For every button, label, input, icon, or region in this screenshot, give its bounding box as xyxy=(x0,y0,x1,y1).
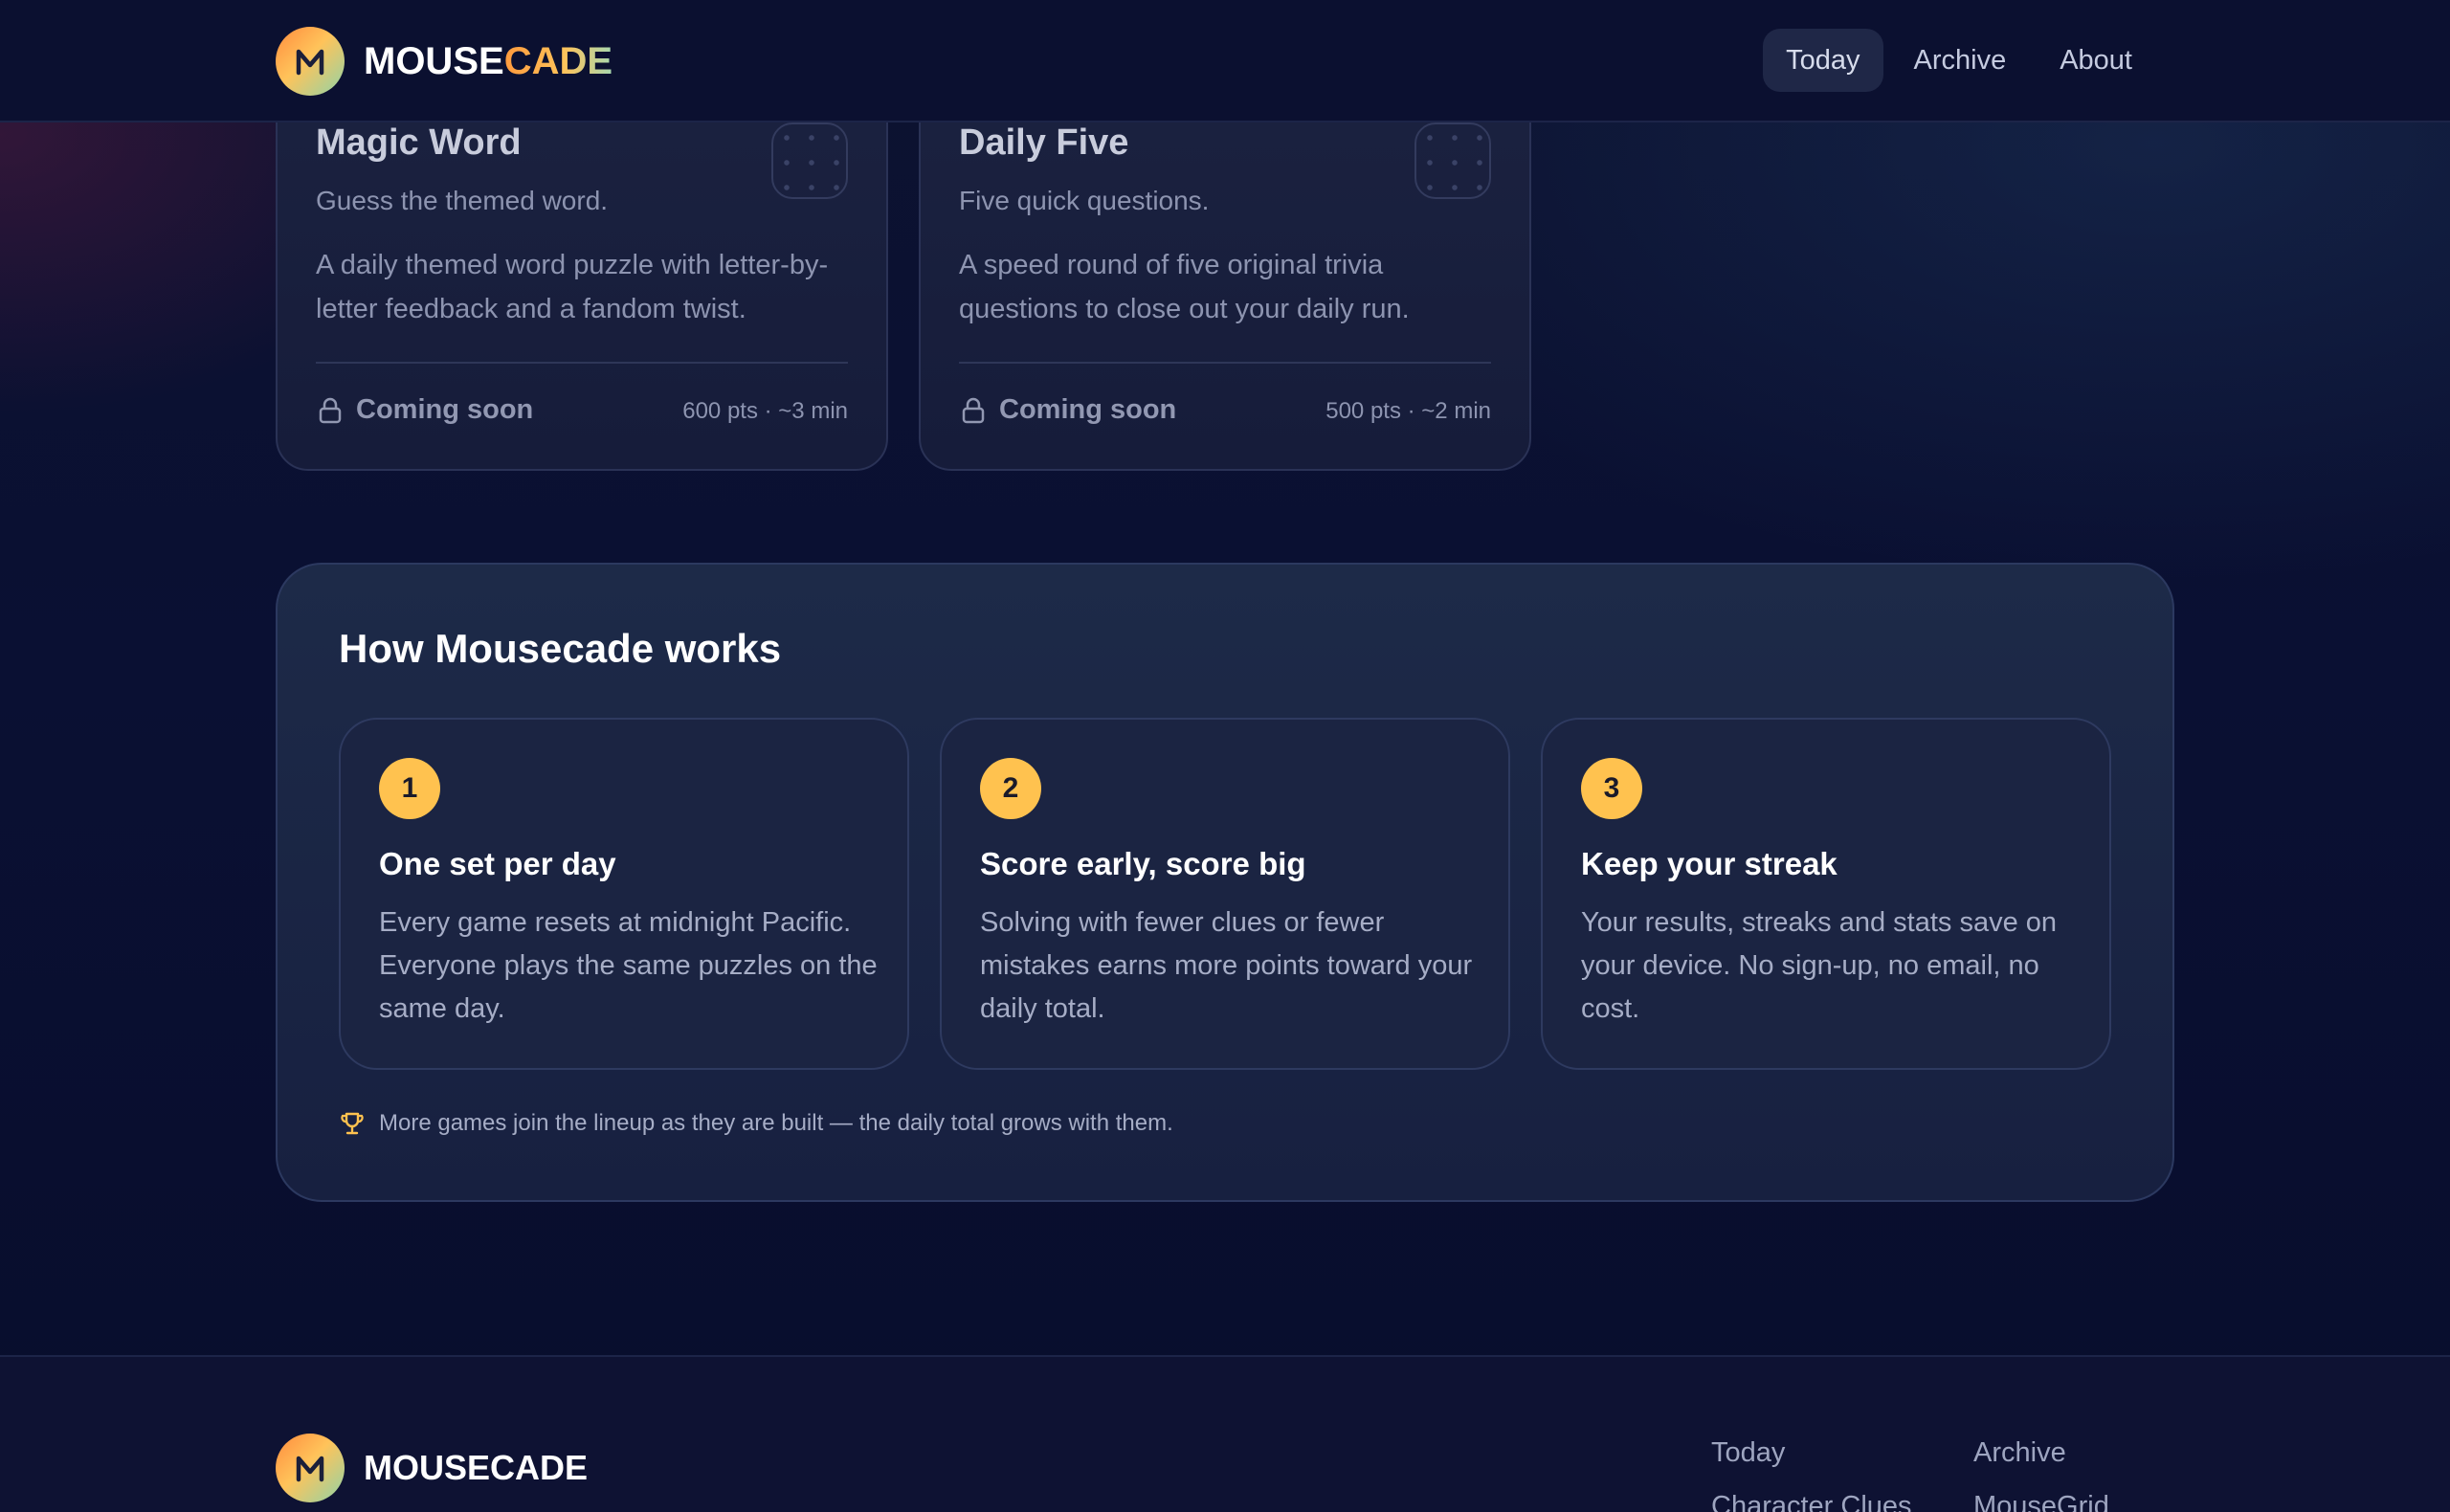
game-status-label: Coming soon xyxy=(356,394,534,425)
site-header: MOUSECADE Today Archive About xyxy=(0,0,2450,122)
lineup-note: More games join the lineup as they are b… xyxy=(339,1110,1173,1137)
nav-archive[interactable]: Archive xyxy=(1891,29,2030,92)
step-card-2: 2 Score early, score big Solving with fe… xyxy=(940,718,1510,1070)
game-meta: 600 pts · ~3 min xyxy=(682,398,848,424)
nav-today[interactable]: Today xyxy=(1763,29,1883,92)
game-title: Daily Five xyxy=(959,122,1129,163)
step-title: One set per day xyxy=(379,846,616,881)
step-number-badge: 2 xyxy=(980,758,1041,819)
footer-links-col-1: Today Character Clues xyxy=(1711,1435,1912,1512)
game-card-daily-five[interactable]: Daily Five Five quick questions. A speed… xyxy=(919,61,1531,471)
footer-link-character-clues[interactable]: Character Clues xyxy=(1711,1489,1912,1512)
step-title: Score early, score big xyxy=(980,846,1306,881)
game-icon-placeholder xyxy=(771,122,848,199)
how-it-works-title: How Mousecade works xyxy=(339,626,782,671)
footer-link-mousegrid[interactable]: MouseGrid xyxy=(1973,1489,2109,1512)
game-status-label: Coming soon xyxy=(999,394,1177,425)
nav-about[interactable]: About xyxy=(2037,29,2155,92)
trophy-icon xyxy=(341,1112,364,1135)
step-text: Solving with fewer clues or fewer mistak… xyxy=(980,907,1473,1024)
how-it-works-panel: How Mousecade works 1 One set per day Ev… xyxy=(276,563,2174,1202)
game-status: Coming soon xyxy=(959,394,1176,426)
game-subtitle: Guess the themed word. xyxy=(316,186,609,215)
footer-logo[interactable]: MOUSECADE xyxy=(276,1434,588,1502)
step-card-3: 3 Keep your streak Your results, streaks… xyxy=(1541,718,2111,1070)
game-description: A speed round of five original trivia qu… xyxy=(959,250,1410,324)
footer-links-col-2: Archive MouseGrid xyxy=(1973,1435,2109,1512)
step-text: Your results, streaks and stats save on … xyxy=(1581,907,2058,1024)
step-card-1: 1 One set per day Every game resets at m… xyxy=(339,718,909,1070)
step-title: Keep your streak xyxy=(1581,846,1838,881)
step-number-badge: 3 xyxy=(1581,758,1642,819)
lock-icon xyxy=(319,397,342,423)
main-nav: Today Archive About xyxy=(1763,29,2155,92)
footer-link-archive[interactable]: Archive xyxy=(1973,1435,2109,1489)
logo-wordmark: MOUSECADE xyxy=(364,40,612,83)
card-divider xyxy=(316,362,848,364)
footer-link-today[interactable]: Today xyxy=(1711,1435,1912,1489)
game-description: A daily themed word puzzle with letter-b… xyxy=(316,250,829,324)
game-icon-placeholder xyxy=(1414,122,1491,199)
game-card-magic-word[interactable]: Magic Word Guess the themed word. A dail… xyxy=(276,61,888,471)
site-logo[interactable]: MOUSECADE xyxy=(276,27,612,96)
logo-m-icon xyxy=(276,1434,345,1502)
card-divider xyxy=(959,362,1491,364)
game-meta: 500 pts · ~2 min xyxy=(1325,398,1491,424)
step-text: Every game resets at midnight Pacific. E… xyxy=(379,907,878,1024)
footer-logo-text: MOUSECADE xyxy=(364,1448,589,1487)
lock-icon xyxy=(962,397,985,423)
game-title: Magic Word xyxy=(316,122,522,163)
step-number-badge: 1 xyxy=(379,758,440,819)
game-status: Coming soon xyxy=(316,394,533,426)
lineup-note-text: More games join the lineup as they are b… xyxy=(379,1110,1173,1136)
logo-m-icon xyxy=(276,27,345,96)
logo-word-part1: MOUSE xyxy=(364,39,504,82)
logo-word-part2: CADE xyxy=(503,39,613,82)
game-subtitle: Five quick questions. xyxy=(959,186,1210,215)
site-footer: MOUSECADE Today Character Clues Archive … xyxy=(0,1355,2450,1512)
